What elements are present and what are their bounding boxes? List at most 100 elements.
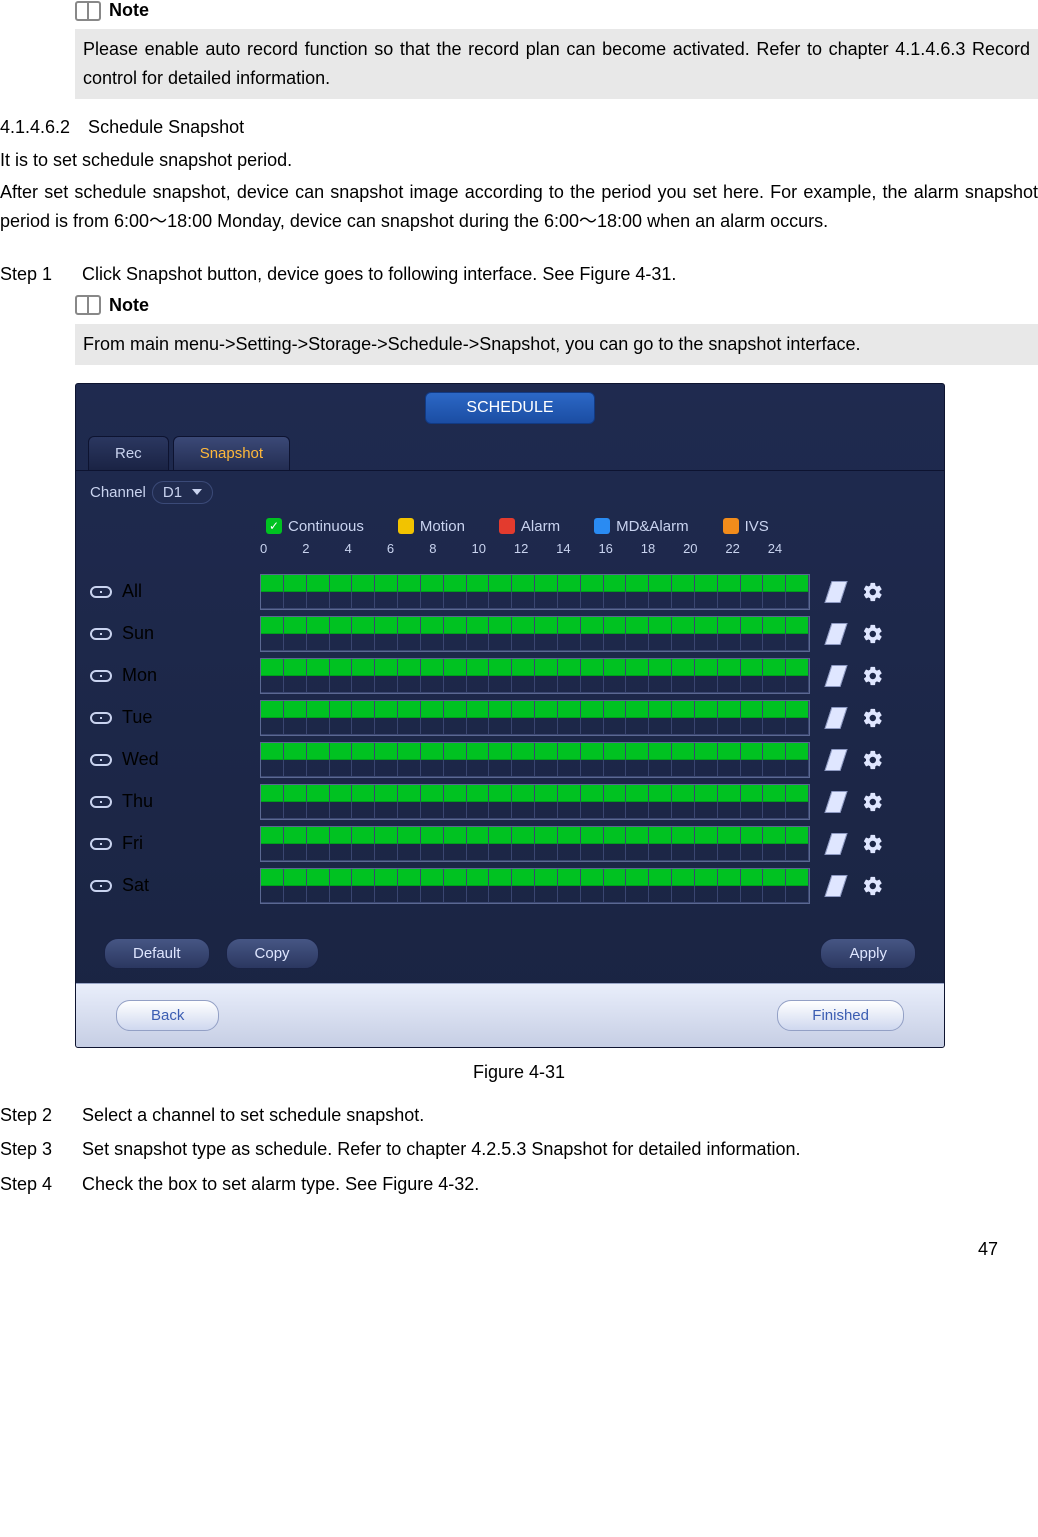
section-p1: It is to set schedule snapshot period. bbox=[0, 146, 1038, 175]
legend-alarm[interactable]: Alarm bbox=[499, 518, 560, 535]
note-header-2: Note bbox=[75, 295, 1038, 316]
step-1-label: Step 1 bbox=[0, 260, 52, 289]
day-label-mon[interactable]: Mon bbox=[90, 659, 260, 692]
day-actions-mon bbox=[810, 665, 910, 687]
step-4-text: Check the box to set alarm type. See Fig… bbox=[82, 1170, 479, 1199]
step-2-label: Step 2 bbox=[0, 1101, 52, 1130]
schedule-panel: SCHEDULE Rec Snapshot Channel D1 ✓ Conti… bbox=[75, 383, 945, 1048]
eraser-icon[interactable] bbox=[824, 833, 847, 855]
note-header: Note bbox=[75, 0, 1038, 21]
legend-ivs[interactable]: IVS bbox=[723, 518, 769, 535]
note-body-2: From main menu->Setting->Storage->Schedu… bbox=[75, 324, 1038, 365]
link-icon bbox=[90, 754, 112, 766]
day-row-fri: Fri bbox=[90, 826, 930, 862]
day-label-sat[interactable]: Sat bbox=[90, 869, 260, 902]
day-timeline-all[interactable] bbox=[260, 574, 810, 610]
step-2-text: Select a channel to set schedule snapsho… bbox=[82, 1101, 424, 1130]
step-3-text: Set snapshot type as schedule. Refer to … bbox=[82, 1135, 800, 1164]
day-label-fri[interactable]: Fri bbox=[90, 827, 260, 860]
day-timeline-fri[interactable] bbox=[260, 826, 810, 862]
eraser-icon[interactable] bbox=[824, 665, 847, 687]
default-button[interactable]: Default bbox=[104, 938, 210, 969]
day-row-sat: Sat bbox=[90, 868, 930, 904]
channel-label: Channel bbox=[90, 484, 146, 501]
link-icon bbox=[90, 628, 112, 640]
step-4: Step 4 Check the box to set alarm type. … bbox=[0, 1170, 1038, 1199]
link-icon bbox=[90, 712, 112, 724]
step-1: Step 1 Click Snapshot button, device goe… bbox=[0, 260, 1038, 289]
legend-mdalarm[interactable]: MD&Alarm bbox=[594, 518, 689, 535]
day-actions-tue bbox=[810, 707, 910, 729]
gear-icon[interactable] bbox=[862, 791, 884, 813]
schedule-title-bar: SCHEDULE bbox=[76, 384, 944, 424]
day-label-all[interactable]: All bbox=[90, 575, 260, 608]
checkbox-mdalarm-icon bbox=[594, 518, 610, 534]
link-icon bbox=[90, 880, 112, 892]
step-4-label: Step 4 bbox=[0, 1170, 52, 1199]
day-label-wed[interactable]: Wed bbox=[90, 743, 260, 776]
note-label: Note bbox=[109, 0, 149, 21]
link-icon bbox=[90, 670, 112, 682]
channel-select[interactable]: D1 bbox=[152, 481, 213, 504]
gear-icon[interactable] bbox=[862, 707, 884, 729]
eraser-icon[interactable] bbox=[824, 707, 847, 729]
eraser-icon[interactable] bbox=[824, 623, 847, 645]
apply-button[interactable]: Apply bbox=[820, 938, 916, 969]
gear-icon[interactable] bbox=[862, 749, 884, 771]
gear-icon[interactable] bbox=[862, 875, 884, 897]
day-row-thu: Thu bbox=[90, 784, 930, 820]
link-icon bbox=[90, 838, 112, 850]
day-label-tue[interactable]: Tue bbox=[90, 701, 260, 734]
book-icon bbox=[75, 295, 101, 315]
step-3-label: Step 3 bbox=[0, 1135, 52, 1164]
day-timeline-sat[interactable] bbox=[260, 868, 810, 904]
section-heading: 4.1.4.6.2 Schedule Snapshot bbox=[0, 117, 1038, 138]
gear-icon[interactable] bbox=[862, 665, 884, 687]
day-label-sun[interactable]: Sun bbox=[90, 617, 260, 650]
step-3: Step 3 Set snapshot type as schedule. Re… bbox=[0, 1135, 1038, 1164]
day-label-thu[interactable]: Thu bbox=[90, 785, 260, 818]
eraser-icon[interactable] bbox=[824, 791, 847, 813]
book-icon bbox=[75, 1, 101, 21]
tab-bar: Rec Snapshot bbox=[76, 424, 944, 471]
legend-continuous[interactable]: ✓ Continuous bbox=[266, 518, 364, 535]
day-timeline-thu[interactable] bbox=[260, 784, 810, 820]
day-timeline-sun[interactable] bbox=[260, 616, 810, 652]
checkbox-alarm-icon bbox=[499, 518, 515, 534]
checkbox-continuous-icon: ✓ bbox=[266, 518, 282, 534]
eraser-icon[interactable] bbox=[824, 581, 847, 603]
day-row-sun: Sun bbox=[90, 616, 930, 652]
note-label-2: Note bbox=[109, 295, 149, 316]
channel-value: D1 bbox=[163, 484, 182, 501]
gear-icon[interactable] bbox=[862, 581, 884, 603]
eraser-icon[interactable] bbox=[824, 749, 847, 771]
day-actions-sat bbox=[810, 875, 910, 897]
day-row-mon: Mon bbox=[90, 658, 930, 694]
finished-button[interactable]: Finished bbox=[777, 1000, 904, 1031]
checkbox-ivs-icon bbox=[723, 518, 739, 534]
step-1-text: Click Snapshot button, device goes to fo… bbox=[82, 260, 676, 289]
day-timeline-wed[interactable] bbox=[260, 742, 810, 778]
legend-motion[interactable]: Motion bbox=[398, 518, 465, 535]
button-row: Default Copy Apply bbox=[76, 918, 944, 983]
chevron-down-icon bbox=[192, 489, 202, 495]
gear-icon[interactable] bbox=[862, 833, 884, 855]
checkbox-motion-icon bbox=[398, 518, 414, 534]
step-2: Step 2 Select a channel to set schedule … bbox=[0, 1101, 1038, 1130]
day-actions-sun bbox=[810, 623, 910, 645]
day-actions-thu bbox=[810, 791, 910, 813]
copy-button[interactable]: Copy bbox=[226, 938, 319, 969]
day-timeline-tue[interactable] bbox=[260, 700, 810, 736]
day-row-wed: Wed bbox=[90, 742, 930, 778]
schedule-grid: 0 2 4 6 8 10 12 14 16 18 20 22 24 bbox=[76, 541, 944, 574]
day-timeline-mon[interactable] bbox=[260, 658, 810, 694]
tab-rec[interactable]: Rec bbox=[88, 436, 169, 470]
back-button[interactable]: Back bbox=[116, 1000, 219, 1031]
channel-row: Channel D1 bbox=[76, 471, 944, 514]
gear-icon[interactable] bbox=[862, 623, 884, 645]
link-icon bbox=[90, 796, 112, 808]
tab-snapshot[interactable]: Snapshot bbox=[173, 436, 290, 470]
eraser-icon[interactable] bbox=[824, 875, 847, 897]
page-number: 47 bbox=[0, 1239, 1038, 1260]
section-p2: After set schedule snapshot, device can … bbox=[0, 178, 1038, 236]
